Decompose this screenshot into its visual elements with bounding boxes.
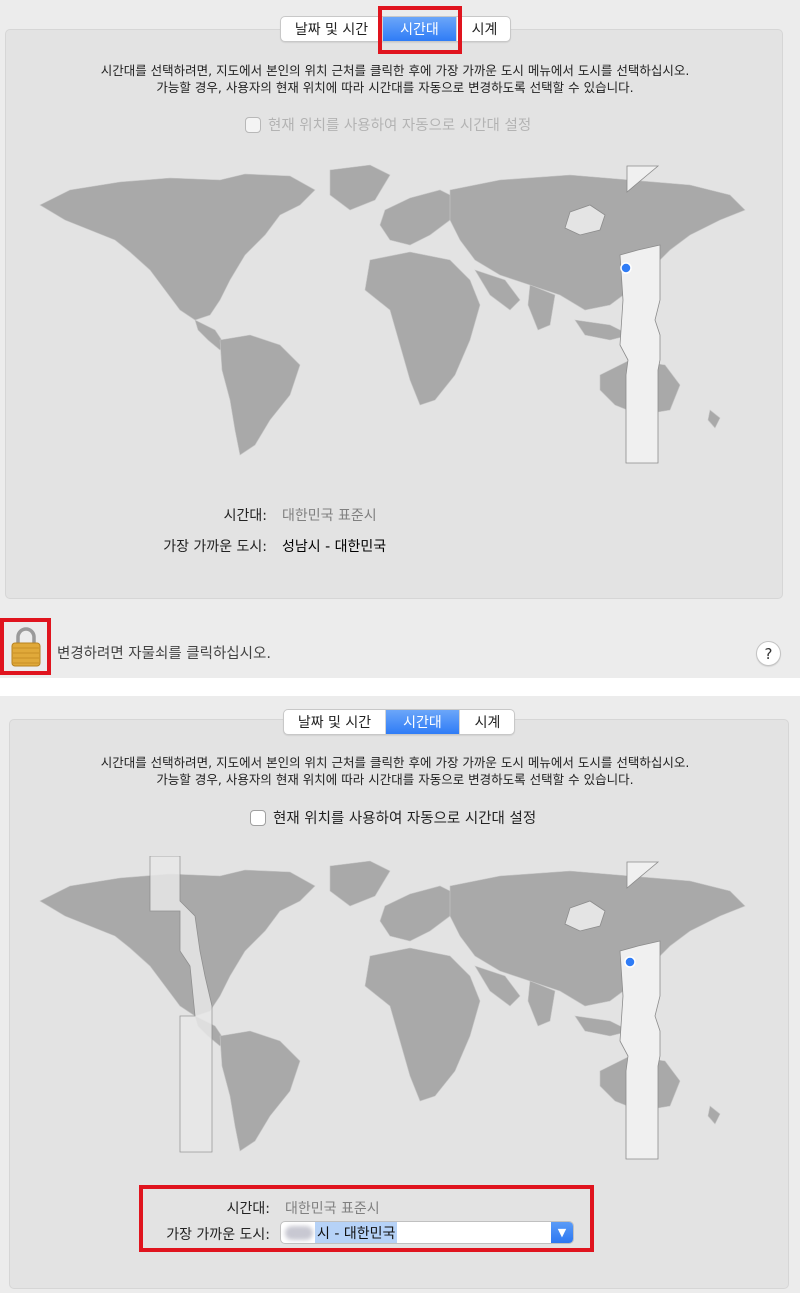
tab-time-zone[interactable]: 시간대 bbox=[383, 17, 457, 41]
time-zone-value: 대한민국 표준시 bbox=[282, 508, 377, 524]
timezone-screen-locked: 날짜 및 시간 시간대 시계 시간대를 선택하려면, 지도에서 본인의 위치 근… bbox=[0, 0, 800, 678]
auto-timezone-label: 현재 위치를 사용하여 자동으로 시간대 설정 bbox=[273, 811, 537, 827]
redacted-city-name bbox=[285, 1225, 313, 1240]
instructions-line-1: 시간대를 선택하려면, 지도에서 본인의 위치 근처를 클릭한 후에 가장 가까… bbox=[100, 63, 690, 78]
instructions: 시간대를 선택하려면, 지도에서 본인의 위치 근처를 클릭한 후에 가장 가까… bbox=[0, 62, 790, 96]
instructions-line-1: 시간대를 선택하려면, 지도에서 본인의 위치 근처를 클릭한 후에 가장 가까… bbox=[100, 755, 690, 770]
instructions-line-2: 가능할 경우, 사용자의 현재 위치에 따라 시간대를 자동으로 변경하도록 선… bbox=[156, 80, 634, 95]
time-zone-label: 시간대: bbox=[226, 1201, 270, 1217]
tab-date-time[interactable]: 날짜 및 시간 bbox=[281, 17, 383, 41]
closest-city-value[interactable]: 성남시 - 대한민국 bbox=[282, 536, 386, 556]
auto-timezone-option: 현재 위치를 사용하여 자동으로 시간대 설정 bbox=[245, 114, 531, 135]
tab-time-zone[interactable]: 시간대 bbox=[386, 710, 460, 734]
world-map[interactable] bbox=[30, 160, 760, 470]
tab-date-time[interactable]: 날짜 및 시간 bbox=[284, 710, 386, 734]
tab-bar: 날짜 및 시간 시간대 시계 bbox=[283, 709, 515, 735]
lock-message: 변경하려면 자물쇠를 클릭하십시오. bbox=[57, 646, 271, 662]
closest-city-select[interactable]: 시 - 대한민국 ▼ bbox=[280, 1221, 574, 1244]
tab-clock[interactable]: 시계 bbox=[457, 17, 510, 41]
time-zone-label: 시간대: bbox=[223, 508, 267, 524]
auto-timezone-checkbox bbox=[245, 116, 261, 133]
closest-city-text: 시 - 대한민국 bbox=[315, 1222, 398, 1243]
location-marker[interactable] bbox=[624, 956, 636, 968]
instructions: 시간대를 선택하려면, 지도에서 본인의 위치 근처를 클릭한 후에 가장 가까… bbox=[0, 754, 790, 788]
closest-city-label: 가장 가까운 도시: bbox=[166, 1227, 270, 1243]
time-zone-value: 대한민국 표준시 bbox=[285, 1201, 380, 1217]
world-map[interactable] bbox=[30, 856, 765, 1168]
instructions-line-2: 가능할 경우, 사용자의 현재 위치에 따라 시간대를 자동으로 변경하도록 선… bbox=[156, 772, 634, 787]
location-marker[interactable] bbox=[620, 262, 632, 274]
timezone-screen-unlocked: 날짜 및 시간 시간대 시계 시간대를 선택하려면, 지도에서 본인의 위치 근… bbox=[0, 696, 800, 1293]
tab-clock[interactable]: 시계 bbox=[460, 710, 514, 734]
auto-timezone-label: 현재 위치를 사용하여 자동으로 시간대 설정 bbox=[268, 118, 532, 134]
chevron-down-icon[interactable]: ▼ bbox=[551, 1222, 573, 1243]
auto-timezone-checkbox[interactable] bbox=[250, 809, 266, 826]
auto-timezone-option[interactable]: 현재 위치를 사용하여 자동으로 시간대 설정 bbox=[250, 807, 536, 828]
lock-icon[interactable] bbox=[10, 626, 42, 668]
closest-city-label: 가장 가까운 도시: bbox=[163, 539, 267, 555]
help-button[interactable]: ? bbox=[756, 641, 781, 666]
screenshot-divider bbox=[0, 678, 800, 696]
closest-city-select-value: 시 - 대한민국 bbox=[281, 1222, 551, 1243]
tab-bar: 날짜 및 시간 시간대 시계 bbox=[280, 16, 511, 42]
